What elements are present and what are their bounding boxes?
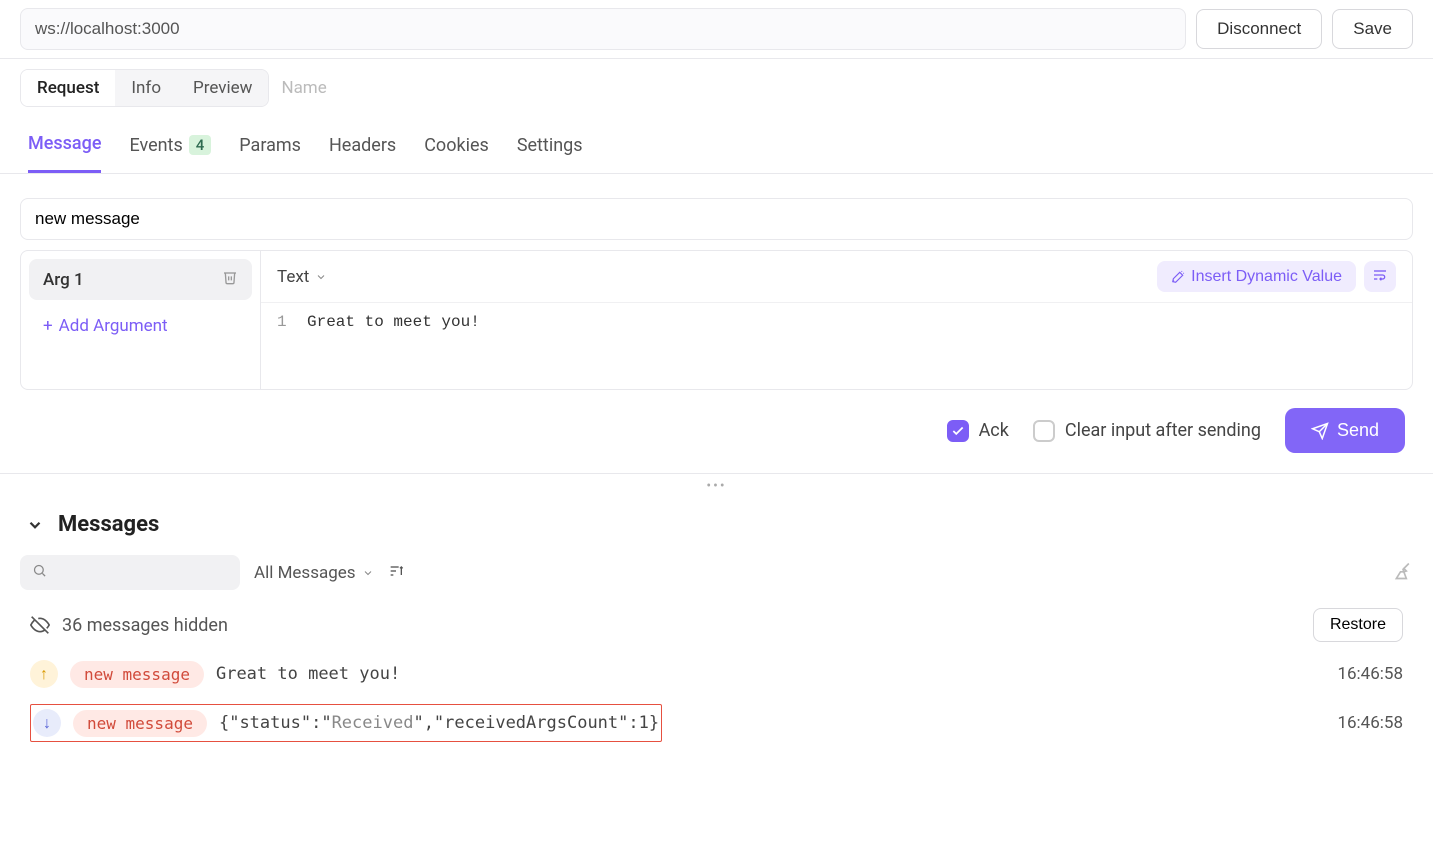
check-icon: [951, 424, 965, 438]
message-row[interactable]: ↑ new message Great to meet you! 16:46:5…: [0, 652, 1433, 696]
insert-dynamic-button[interactable]: Insert Dynamic Value: [1157, 261, 1356, 292]
sort-icon: [388, 563, 404, 579]
editor-column: Text Insert Dynamic Value 1 Great to mee…: [261, 251, 1412, 389]
trash-icon[interactable]: [222, 269, 238, 290]
args-column: Arg 1 + Add Argument: [21, 251, 261, 389]
request-name-input[interactable]: Name: [281, 78, 326, 98]
save-button[interactable]: Save: [1332, 9, 1413, 49]
clear-input-checkbox-wrap[interactable]: Clear input after sending: [1033, 420, 1261, 442]
body-type-dropdown[interactable]: Text: [277, 267, 327, 287]
tab-request[interactable]: Request: [21, 70, 115, 106]
broom-icon: [1393, 561, 1413, 581]
events-count-badge: 4: [189, 135, 212, 155]
chevron-down-icon: [362, 567, 374, 579]
tab-preview[interactable]: Preview: [177, 70, 268, 106]
message-timestamp: 16:46:58: [1337, 664, 1403, 684]
send-button[interactable]: Send: [1285, 408, 1405, 453]
add-argument-label: Add Argument: [59, 316, 168, 336]
editor-toolbar: Text Insert Dynamic Value: [261, 251, 1412, 302]
search-icon: [32, 563, 47, 578]
incoming-arrow-icon: ↓: [33, 709, 61, 737]
event-chip: new message: [70, 661, 204, 688]
messages-toolbar: All Messages: [0, 551, 1433, 598]
highlighted-message: ↓ new message {"status":"Received","rece…: [30, 704, 662, 742]
connection-header: Disconnect Save: [0, 0, 1433, 59]
tab-info[interactable]: Info: [115, 70, 177, 106]
ack-checkbox[interactable]: [947, 420, 969, 442]
chevron-down-icon: [26, 516, 44, 534]
insert-dynamic-label: Insert Dynamic Value: [1191, 268, 1342, 286]
restore-button[interactable]: Restore: [1313, 608, 1403, 642]
pane-drag-handle[interactable]: •••: [0, 474, 1433, 498]
hidden-count-label: 36 messages hidden: [62, 615, 228, 636]
line-number: 1: [277, 313, 307, 379]
ack-checkbox-wrap[interactable]: Ack: [947, 420, 1009, 442]
wrap-icon: [1372, 267, 1388, 283]
event-chip: new message: [73, 710, 207, 737]
clear-input-label: Clear input after sending: [1065, 420, 1261, 441]
send-row: Ack Clear input after sending Send: [0, 390, 1433, 474]
eye-off-icon: [30, 615, 50, 635]
message-body: Great to meet you!: [216, 664, 400, 684]
arg-label: Arg 1: [43, 270, 84, 290]
subtab-headers[interactable]: Headers: [329, 133, 396, 173]
composer-block: Arg 1 + Add Argument Text Insert Dynamic…: [20, 250, 1413, 390]
message-body: {"status":"Received","receivedArgsCount"…: [219, 713, 659, 733]
filter-label: All Messages: [254, 563, 356, 583]
subtab-message[interactable]: Message: [28, 133, 101, 173]
event-name-input[interactable]: [20, 198, 1413, 240]
add-argument-button[interactable]: + Add Argument: [29, 300, 252, 352]
arg-chip[interactable]: Arg 1: [29, 259, 252, 300]
editor-right-tools: Insert Dynamic Value: [1157, 261, 1396, 292]
chevron-down-icon: [315, 271, 327, 283]
plus-icon: +: [43, 316, 53, 336]
hidden-messages-row: 36 messages hidden Restore: [0, 598, 1433, 652]
request-subtabs: Message Events 4 Params Headers Cookies …: [0, 107, 1433, 174]
clear-input-checkbox[interactable]: [1033, 420, 1055, 442]
messages-header[interactable]: Messages: [0, 498, 1433, 551]
code-content: Great to meet you!: [307, 313, 480, 379]
code-editor[interactable]: 1 Great to meet you!: [261, 302, 1412, 389]
outgoing-arrow-icon: ↑: [30, 660, 58, 688]
message-row[interactable]: ↓ new message {"status":"Received","rece…: [0, 696, 1433, 750]
messages-title: Messages: [58, 512, 159, 537]
disconnect-button[interactable]: Disconnect: [1196, 9, 1322, 49]
clear-messages-button[interactable]: [1393, 561, 1413, 585]
wand-icon: [1171, 270, 1185, 284]
send-icon: [1311, 422, 1329, 440]
subtab-params[interactable]: Params: [239, 133, 301, 173]
subtab-events-label: Events: [129, 135, 182, 156]
subtab-cookies[interactable]: Cookies: [424, 133, 489, 173]
subtab-events[interactable]: Events 4: [129, 133, 211, 173]
top-tabs-row: Request Info Preview Name: [0, 59, 1433, 107]
ack-label: Ack: [979, 420, 1009, 441]
ws-url-input[interactable]: [20, 8, 1186, 50]
top-tab-segment: Request Info Preview: [20, 69, 269, 107]
messages-search-input[interactable]: [20, 555, 240, 590]
message-timestamp: 16:46:58: [1337, 713, 1403, 733]
sort-button[interactable]: [388, 563, 404, 583]
send-label: Send: [1337, 420, 1379, 441]
messages-filter-dropdown[interactable]: All Messages: [254, 563, 374, 583]
wrap-lines-button[interactable]: [1364, 261, 1396, 292]
body-type-label: Text: [277, 267, 309, 287]
subtab-settings[interactable]: Settings: [517, 133, 583, 173]
